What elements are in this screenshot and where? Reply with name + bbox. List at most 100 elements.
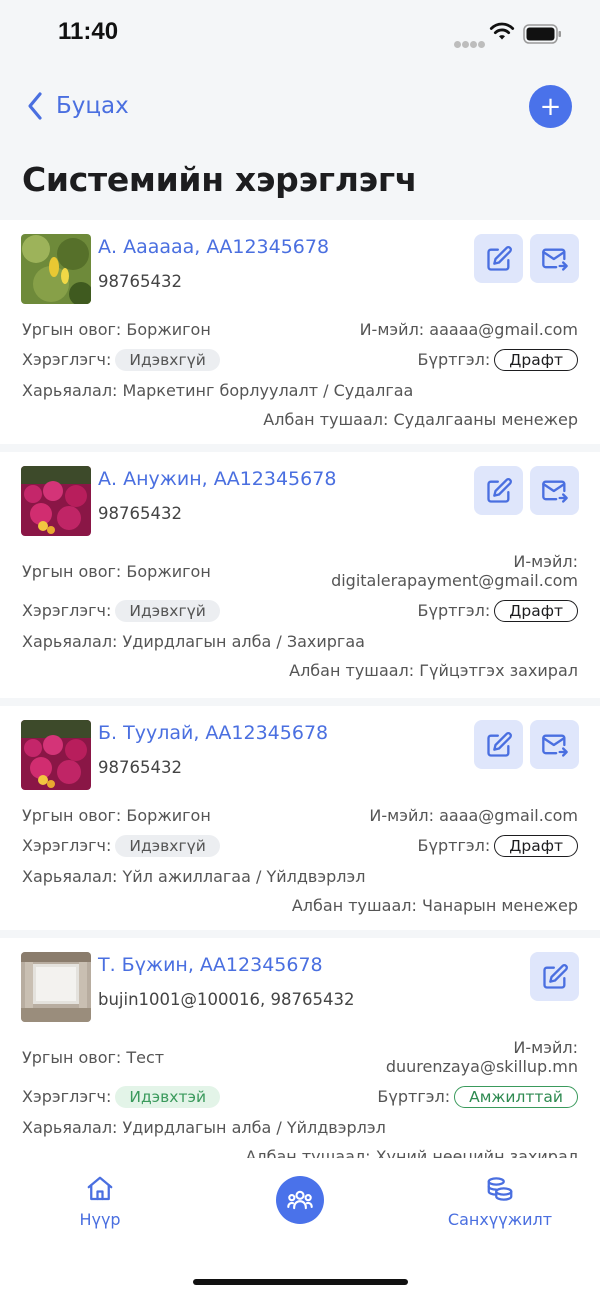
registration-badge: Драфт [494,835,578,857]
position-label: Албан тушаал: [263,410,389,429]
avatar [21,952,91,1022]
tab-finance[interactable]: Санхүүжилт [440,1174,560,1229]
avatar [21,234,91,304]
clan-label: Ургын овог: [22,561,122,581]
plus-icon: + [539,91,562,122]
signal-icon [454,33,486,52]
mail-forward-icon [541,248,568,271]
user-name[interactable]: Б. Туулай, АА12345678 [98,722,328,744]
chevron-left-icon [28,92,42,120]
mail-forward-icon [541,480,568,503]
affiliation-label: Харьяалал: [22,381,118,400]
clan-label: Ургын овог: [22,320,122,339]
email-label: И-мэйл: [513,1038,578,1057]
send-mail-button[interactable] [530,466,579,515]
nav-bar: Буцах + [0,80,600,132]
email-value: digitalerapayment@gmail.com [331,571,578,590]
tab-users[interactable] [276,1176,324,1224]
position-label: Албан тушаал: [289,661,415,680]
user-card: А. Анужин, АА12345678 98765432 Ургын ово… [0,452,600,698]
affiliation-label: Харьяалал: [22,1118,118,1137]
user-status-badge: Идэвхгүй [115,835,220,857]
edit-icon [486,477,512,503]
user-contact: 98765432 [98,758,182,777]
back-button[interactable]: Буцах [26,88,129,124]
email-value: aaaaa@gmail.com [429,320,578,339]
affiliation-value: Удирдлагын алба / Үйлдвэрлэл [122,1118,386,1137]
email-value: duurenzaya@skillup.mn [385,1057,578,1076]
edit-button[interactable] [474,720,523,769]
position-value: Гүйцэтгэх захирал [419,661,578,680]
home-indicator [193,1279,408,1285]
user-status-label: Хэрэглэгч: [22,1087,112,1106]
user-list: А. Аааааа, АА12345678 98765432 Ургын ово… [0,220,600,1158]
clan-value: Боржигон [126,806,211,825]
user-status-badge: Идэвхгүй [115,349,220,371]
page-title: Системийн хэрэглэгч [22,160,418,199]
tab-finance-label: Санхүүжилт [447,1210,553,1229]
affiliation-value: Удирдлагын алба / Захиргаа [122,632,365,651]
affiliation-label: Харьяалал: [22,867,118,886]
registration-label: Бүртгэл: [417,836,491,855]
email-label: И-мэйл: [369,806,434,825]
position-label: Албан тушаал: [245,1147,371,1158]
registration-label: Бүртгэл: [377,1087,451,1106]
user-status-badge: Идэвхтэй [115,1086,221,1108]
user-name[interactable]: А. Анужин, АА12345678 [98,468,336,490]
clan-value: Тест [126,1047,165,1067]
status-bar: 11:40 [0,0,600,70]
user-card: А. Аааааа, АА12345678 98765432 Ургын ово… [0,220,600,444]
position-label: Албан тушаал: [291,896,417,915]
affiliation-value: Маркетинг борлуулалт / Судалгаа [122,381,414,400]
user-card: Т. Бүжин, АА12345678 bujin1001@100016, 9… [0,938,600,1158]
user-contact: 98765432 [98,272,182,291]
edit-button[interactable] [474,234,523,283]
mail-forward-icon [541,734,568,757]
tab-bar: Нүүр Санхүүжилт [0,1158,600,1298]
email-label: И-мэйл: [359,320,425,339]
edit-icon [542,963,568,989]
tab-home-label: Нүүр [79,1210,121,1229]
edit-button[interactable] [530,952,579,1001]
status-time: 11:40 [58,18,119,45]
registration-label: Бүртгэл: [417,601,491,620]
avatar [21,466,91,536]
user-contact: 98765432 [98,504,182,523]
user-card: Б. Туулай, АА12345678 98765432 Ургын ово… [0,706,600,930]
home-icon [87,1176,113,1201]
clan-value: Боржигон [126,561,211,581]
user-status-label: Хэрэглэгч: [22,601,112,620]
battery-icon [523,24,561,44]
clan-label: Ургын овог: [22,806,122,825]
add-user-button[interactable]: + [529,85,572,128]
send-mail-button[interactable] [530,234,579,283]
position-value: Судалгааны менежер [393,410,578,429]
edit-button[interactable] [474,466,523,515]
send-mail-button[interactable] [530,720,579,769]
registration-label: Бүртгэл: [417,350,491,369]
registration-badge: Амжилттай [454,1086,578,1108]
registration-badge: Драфт [494,349,578,371]
coins-icon [487,1177,513,1201]
user-name[interactable]: Т. Бүжин, АА12345678 [98,954,323,976]
clan-label: Ургын овог: [22,1047,122,1067]
users-icon [287,1190,313,1210]
edit-icon [486,731,512,757]
back-label: Буцах [56,93,129,119]
avatar [21,720,91,790]
tab-home[interactable]: Нүүр [70,1174,130,1229]
user-name[interactable]: А. Аааааа, АА12345678 [98,236,329,258]
affiliation-value: Үйл ажиллагаа / Үйлдвэрлэл [122,867,366,886]
user-status-badge: Идэвхгүй [115,600,220,622]
user-status-label: Хэрэглэгч: [22,350,112,369]
edit-icon [486,245,512,271]
registration-badge: Драфт [494,600,578,622]
user-contact: bujin1001@100016, 98765432 [98,990,355,1009]
position-value: Чанарын менежер [421,896,578,915]
clan-value: Боржигон [126,320,211,339]
affiliation-label: Харьяалал: [22,632,118,651]
wifi-icon [489,22,515,40]
email-value: aaaa@gmail.com [439,806,578,825]
position-value: Хүний нөөцийн захирал [375,1147,578,1158]
user-status-label: Хэрэглэгч: [22,836,112,855]
